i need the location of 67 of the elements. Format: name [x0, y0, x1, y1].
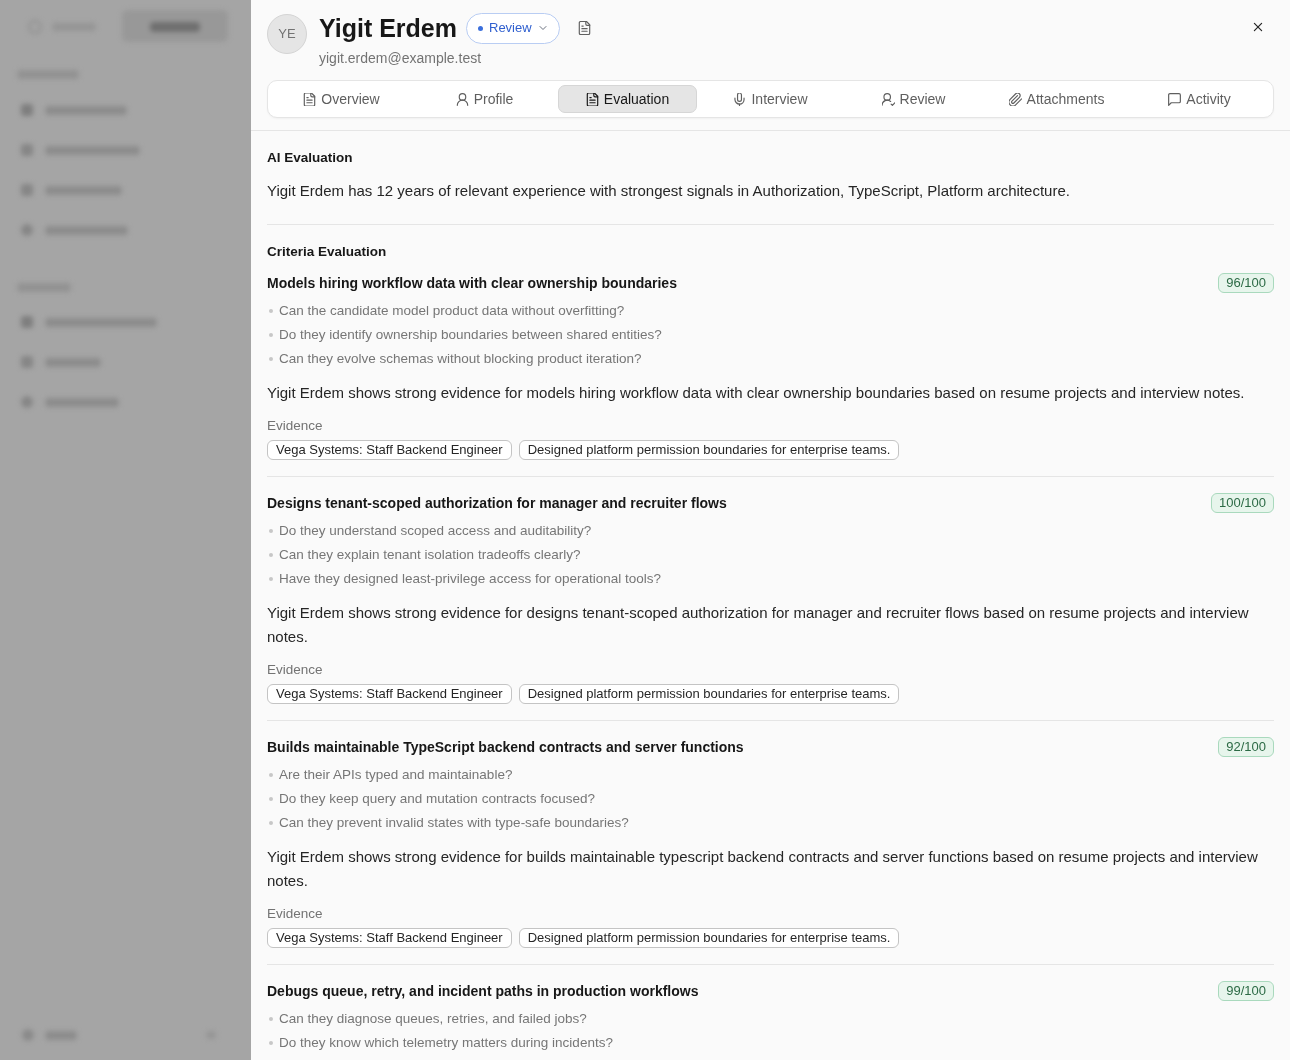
tab[interactable]: Review [844, 85, 983, 113]
score-badge: 99/100 [1218, 981, 1274, 1001]
candidate-email: yigit.erdem@example.test [319, 49, 483, 68]
document-icon [578, 21, 592, 35]
score-badge: 92/100 [1218, 737, 1274, 757]
evaluation-summary: Yigit Erdem has 12 years of relevant experience with strongest signals in Authorization, TypeScript, Platform architecture. [267, 181, 1071, 201]
bullet-icon [269, 821, 273, 825]
criterion-question: Can they evolve schemas without blocking product iteration? [279, 349, 642, 368]
evidence-label: Evidence [267, 905, 324, 923]
criterion-summary: Yigit Erdem shows strong evidence for designs tenant-scoped authorization for manager and recruiter flows based on resume projects and interview notes. [267, 603, 1250, 647]
document-icon [303, 92, 317, 106]
bullet-icon [269, 577, 273, 581]
score-badge: 100/100 [1211, 493, 1274, 513]
document-icon [585, 92, 599, 106]
user-check-icon [881, 92, 895, 106]
bullet-icon [269, 553, 273, 557]
criterion-question: Do they identify ownership boundaries between shared entities? [279, 325, 662, 344]
bullet-icon [269, 309, 273, 313]
criterion-title: Debugs queue, retry, and incident paths in production workflows [267, 982, 699, 1001]
section-heading: AI Evaluation [267, 149, 354, 167]
tab[interactable]: Evaluation [558, 85, 697, 113]
criterion-question: Can the candidate model product data without overfitting? [279, 301, 625, 320]
bullet-icon [269, 333, 273, 337]
criterion-title: Builds maintainable TypeScript backend contracts and server functions [267, 738, 744, 757]
criterion-question: Do they know which telemetry matters during incidents? [279, 1033, 613, 1052]
bullet-icon [269, 773, 273, 777]
evidence-label: Evidence [267, 417, 324, 435]
evidence-tag: Designed platform permission boundaries for enterprise teams. [518, 440, 900, 460]
paperclip-icon [1008, 92, 1022, 106]
status-dropdown[interactable]: Review [466, 12, 560, 44]
bullet-icon [269, 529, 273, 533]
tab[interactable]: Activity [1130, 85, 1269, 113]
evidence-tag: Vega Systems: Staff Backend Engineer [267, 440, 512, 460]
bullet-icon [269, 797, 273, 801]
evidence-tag: Designed platform permission boundaries for enterprise teams. [518, 684, 900, 704]
evidence-label: Evidence [267, 661, 324, 679]
tab[interactable]: Interview [701, 85, 840, 113]
criterion-question: Have they designed least-privilege access for operational tools? [279, 569, 661, 588]
section-heading: Criteria Evaluation [267, 243, 388, 261]
criterion-question: Can they explain tenant isolation tradeoffs clearly? [279, 545, 581, 564]
evidence-tag: Vega Systems: Staff Backend Engineer [267, 928, 512, 948]
score-badge: 96/100 [1218, 273, 1274, 293]
criterion-summary: Yigit Erdem shows strong evidence for builds maintainable typescript backend contracts and server functions based on resume projects and interview notes. [267, 847, 1259, 891]
document-button[interactable] [576, 20, 593, 36]
criterion-question: Are their APIs typed and maintainable? [279, 765, 513, 784]
criterion-summary: Yigit Erdem shows strong evidence for models hiring workflow data with clear ownership boundaries based on resume projects and interview notes. [267, 383, 1246, 403]
bullet-icon [269, 357, 273, 361]
speech-bubble-icon [1168, 92, 1182, 106]
tab[interactable]: Overview [272, 85, 411, 113]
tab[interactable]: Attachments [987, 85, 1126, 113]
evidence-tag: Vega Systems: Staff Backend Engineer [267, 684, 512, 704]
criterion-question: Can they diagnose queues, retries, and failed jobs? [279, 1009, 587, 1028]
user-icon [455, 92, 469, 106]
close-icon [1252, 21, 1264, 33]
criterion-title: Designs tenant-scoped authorization for manager and recruiter flows [267, 494, 727, 513]
chevron-down-icon [537, 23, 548, 33]
microphone-icon [733, 92, 747, 106]
avatar: YE [267, 14, 307, 54]
criterion-title: Models hiring workflow data with clear ownership boundaries [267, 274, 677, 293]
criterion-question: Can they prevent invalid states with type-safe boundaries? [279, 813, 629, 832]
tab[interactable]: Profile [415, 85, 554, 113]
candidate-name: Yigit Erdem [319, 13, 457, 44]
bullet-icon [269, 1041, 273, 1045]
criterion-question: Do they keep query and mutation contracts focused? [279, 789, 595, 808]
criterion-question: Do they understand scoped access and auditability? [279, 521, 592, 540]
bullet-icon [269, 1017, 273, 1021]
evidence-tag: Designed platform permission boundaries for enterprise teams. [518, 928, 900, 948]
